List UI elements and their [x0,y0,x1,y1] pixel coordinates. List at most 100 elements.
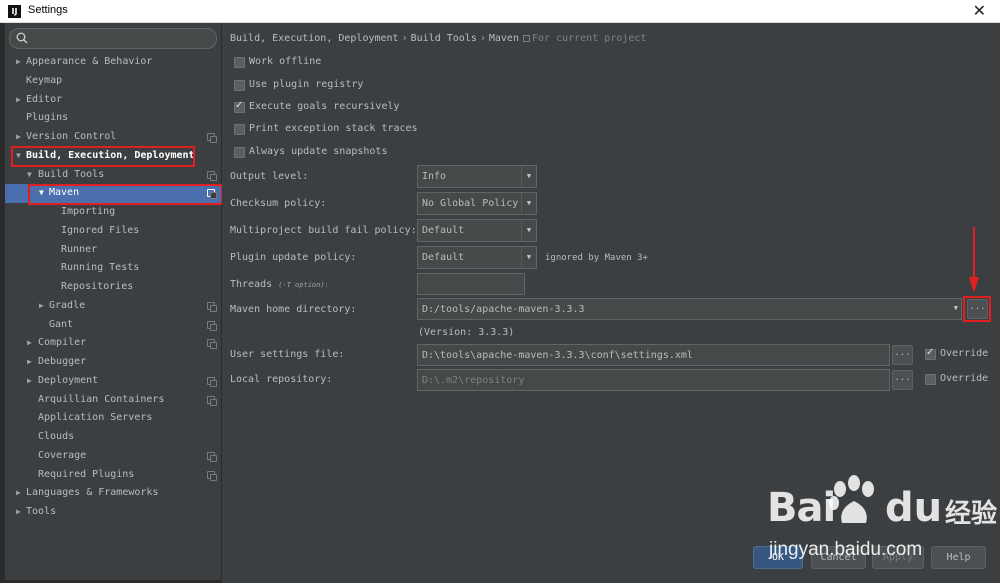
cancel-button[interactable]: Cancel [811,546,866,569]
breadcrumb-hint: For current project [531,33,647,44]
work-offline-checkbox[interactable] [234,57,245,68]
tree-item-debugger[interactable]: ▶ Debugger [5,353,222,372]
ok-button[interactable]: OK [753,546,803,569]
tree-item-label: Application Servers [38,412,153,424]
tree-item-deployment[interactable]: ▶ Deployment [5,372,222,391]
tree-item-label: Maven [49,187,80,199]
plugin-update-policy-select[interactable]: Default ▼ [417,246,537,269]
tree-item-label: Repositories [61,281,134,292]
multiproject-policy-select[interactable]: Default ▼ [417,219,537,242]
tree-item-label: Running Tests [61,262,140,274]
use-plugin-registry-checkbox[interactable] [234,80,245,91]
tree-item-importing[interactable]: Importing [5,203,222,222]
tree-item-label: Build Tools [38,168,105,180]
checkbox-label: Use plugin registry [249,79,364,90]
breadcrumb-part: Build Tools [410,33,477,44]
tree-item-label: Keymap [26,74,63,86]
tree-item-label: Clouds [38,431,75,442]
tree-item-coverage[interactable]: Coverage [5,447,222,466]
execute-goals-recursively-checkbox[interactable] [234,100,245,113]
threads-input[interactable] [417,273,525,295]
plugin-update-note: ignored by Maven 3+ [545,253,648,263]
close-icon[interactable]: ✕ [973,1,986,20]
checkbox-label: Print exception stack traces [249,123,418,134]
tree-item-label: Importing [61,206,116,217]
tree-item-appearance-behavior[interactable]: ▶ Appearance & Behavior [5,53,222,72]
maven-home-select[interactable]: D:/tools/apache-maven-3.3.3 ▼ [417,298,962,320]
tree-item-required-plugins[interactable]: Required Plugins [5,466,222,485]
breadcrumb-separator: › [401,33,408,44]
input-value: D:\tools\apache-maven-3.3.3\conf\setting… [422,350,693,361]
tree-item-gradle[interactable]: ▶ Gradle [5,297,222,316]
tree-item-gant[interactable]: Gant [5,316,222,335]
tree-item-languages-frameworks[interactable]: ▶ Languages & Frameworks [5,484,222,503]
local-repository-override-checkbox[interactable] [925,374,936,385]
tree-item-editor[interactable]: ▶ Editor [5,91,222,110]
tree-item-label: Languages & Frameworks [26,487,159,499]
tree-item-label: Version Control [26,131,117,142]
tree-item-maven[interactable]: ▼ Maven [5,184,222,203]
user-settings-label: User settings file: [230,349,345,360]
select-value: Info [422,171,447,182]
tree-item-label: Ignored Files [61,224,140,236]
tree-item-build-tools[interactable]: ▼ Build Tools [5,166,222,185]
tree-item-ignored-files[interactable]: Ignored Files [5,222,222,241]
project-scope-icon [207,170,217,181]
user-settings-browse-button[interactable]: ... [892,345,913,365]
maven-home-browse-button[interactable]: ... [967,299,988,319]
select-value: No Global Policy [422,198,519,209]
chevron-down-icon: ▼ [16,150,21,160]
local-repository-input[interactable]: D:\.m2\repository [417,369,890,391]
multiproject-policy-label: Multiproject build fail policy: [230,225,417,236]
tree-item-compiler[interactable]: ▶ Compiler [5,334,222,353]
output-level-label: Output level: [230,171,309,182]
local-repository-browse-button[interactable]: ... [892,370,913,390]
tree-item-clouds[interactable]: Clouds [5,428,222,447]
maven-version-text: (Version: 3.3.3) [418,327,515,338]
tree-item-tools[interactable]: ▶ Tools [5,503,222,522]
tree-item-repositories[interactable]: Repositories [5,278,222,297]
print-exception-stack-traces-checkbox[interactable] [234,124,245,135]
tree-item-keymap[interactable]: Keymap [5,72,222,91]
tree-item-label: Plugins [26,112,69,124]
breadcrumb-part: Build, Execution, Deployment [230,33,399,44]
select-value: Default [422,252,465,263]
tree-item-label: Appearance & Behavior [26,56,153,67]
settings-sidebar: ▶ Appearance & Behavior Keymap ▶ Editor Pl… [5,23,222,580]
tree-item-label: Deployment [38,374,99,386]
project-scope-icon [207,470,217,481]
threads-hint: (-T option): [278,281,329,289]
chevron-right-icon: ▶ [27,338,32,348]
tree-item-running-tests[interactable]: Running Tests [5,259,222,278]
breadcrumb-part: Maven [488,33,519,44]
tree-item-version-control[interactable]: ▶ Version Control [5,128,222,147]
search-input[interactable] [9,28,217,49]
threads-label-text: Threads [230,279,273,290]
plugin-update-policy-label: Plugin update policy: [230,252,357,263]
tree-item-application-servers[interactable]: Application Servers [5,409,222,428]
tree-item-label: Compiler [38,337,87,349]
project-scope-icon [207,189,217,200]
project-scope-icon [207,376,217,387]
apply-button[interactable]: Apply [872,546,924,569]
chevron-right-icon: ▶ [39,300,44,310]
checksum-policy-select[interactable]: No Global Policy ▼ [417,192,537,215]
user-settings-override-checkbox[interactable] [925,347,936,360]
output-level-select[interactable]: Info ▼ [417,165,537,188]
tree-item-plugins[interactable]: Plugins [5,109,222,128]
project-scope-icon [207,451,217,462]
always-update-snapshots-checkbox[interactable] [234,147,245,158]
local-repository-label: Local repository: [230,374,333,385]
tree-item-arquillian-containers[interactable]: Arquillian Containers [5,391,222,410]
title-bar: IJ Settings ✕ [0,0,1000,23]
help-button[interactable]: Help [931,546,986,569]
tree-item-label: Arquillian Containers [38,393,165,405]
tree-item-build-execution-deployment[interactable]: ▼ Build, Execution, Deployment [5,147,222,166]
user-settings-input[interactable]: D:\tools\apache-maven-3.3.3\conf\setting… [417,344,890,366]
tree-item-runner[interactable]: Runner [5,241,222,260]
tree-item-label: Required Plugins [38,468,135,480]
settings-tree: ▶ Appearance & Behavior Keymap ▶ Editor Pl… [5,53,222,522]
project-scope-icon [207,339,217,350]
tree-item-label: Tools [26,506,57,517]
chevron-down-icon: ▼ [953,304,958,312]
